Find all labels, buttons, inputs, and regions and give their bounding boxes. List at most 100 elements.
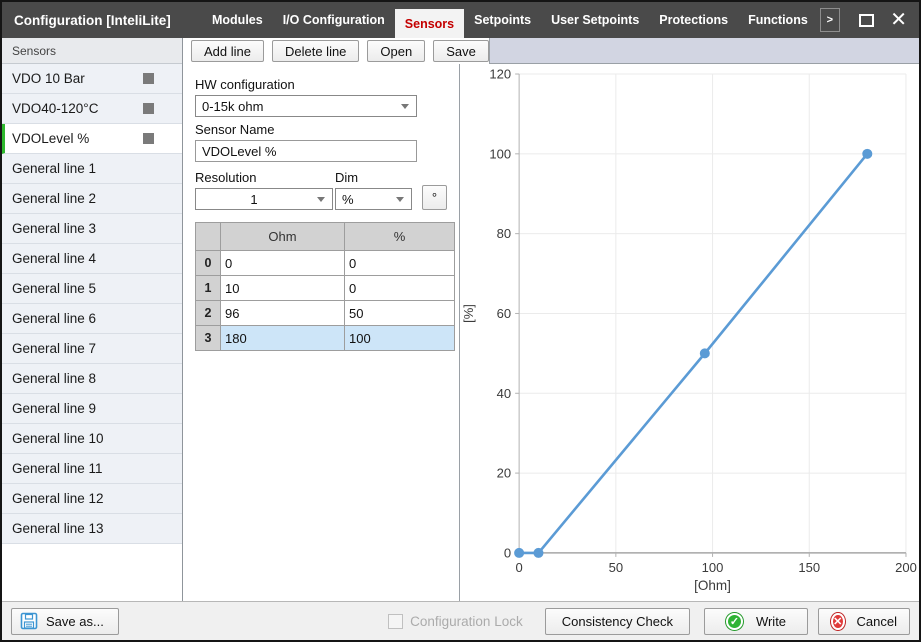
column-header-ohm[interactable]: Ohm [221, 223, 345, 251]
cell-pct[interactable]: 0 [345, 276, 455, 301]
svg-text:0: 0 [516, 560, 523, 575]
sensor-curve-table: Ohm % 0 0 0 1 10 0 [195, 222, 455, 351]
dim-label: Dim [335, 170, 412, 185]
chevron-down-icon [396, 197, 404, 202]
tab-overflow-button[interactable]: > [820, 8, 840, 32]
consistency-check-button[interactable]: Consistency Check [545, 608, 690, 635]
dim-select[interactable]: % [335, 188, 412, 210]
degree-symbol-button[interactable]: ° [422, 185, 447, 210]
sensor-form-panel: HW configuration 0-15k ohm Sensor Name R… [183, 64, 460, 601]
sidebar-item-label: General line 2 [12, 191, 96, 206]
tab-user-setpoints[interactable]: User Setpoints [541, 2, 649, 38]
tab-sensors[interactable]: Sensors [395, 9, 464, 38]
sidebar-item-label: General line 3 [12, 221, 96, 236]
sidebar-item-label: General line 10 [12, 431, 104, 446]
resolution-select[interactable]: 1 [195, 188, 333, 210]
sidebar-item-label: General line 5 [12, 281, 96, 296]
svg-text:120: 120 [489, 67, 511, 82]
sidebar-item-label: General line 7 [12, 341, 96, 356]
sidebar-item-vdolevel[interactable]: VDOLevel % [2, 124, 182, 154]
cell-ohm[interactable]: 10 [221, 276, 345, 301]
footer-bar: Save as... Configuration Lock Consistenc… [2, 601, 919, 640]
sidebar-item-general-line-13[interactable]: General line 13 [2, 514, 182, 544]
sidebar-item-general-line-8[interactable]: General line 8 [2, 364, 182, 394]
sidebar-item-general-line-4[interactable]: General line 4 [2, 244, 182, 274]
delete-line-button[interactable]: Delete line [272, 40, 359, 62]
svg-text:40: 40 [497, 386, 511, 401]
tab-setpoints[interactable]: Setpoints [464, 2, 541, 38]
sidebar-item-general-line-11[interactable]: General line 11 [2, 454, 182, 484]
save-as-button[interactable]: Save as... [11, 608, 119, 635]
sidebar-header: Sensors [2, 38, 182, 64]
write-button[interactable]: ✓ Write [704, 608, 808, 635]
cell-pct[interactable]: 50 [345, 301, 455, 326]
open-button[interactable]: Open [367, 40, 425, 62]
cell-pct[interactable]: 100 [345, 326, 455, 351]
svg-text:0: 0 [504, 545, 511, 560]
chart-panel-header-strip [489, 38, 919, 64]
cell-ohm[interactable]: 180 [221, 326, 345, 351]
sidebar-item-vdo-10-bar[interactable]: VDO 10 Bar [2, 64, 182, 94]
sensor-name-input[interactable] [195, 140, 417, 162]
sidebar-item-label: General line 11 [12, 461, 103, 476]
sidebar-item-vdo40-120c[interactable]: VDO40-120°C [2, 94, 182, 124]
sidebar-item-label: General line 6 [12, 311, 96, 326]
sidebar-item-general-line-10[interactable]: General line 10 [2, 424, 182, 454]
toolbar: Add line Delete line Open Save [183, 38, 919, 64]
titlebar: Configuration [InteliLite] Modules I/O C… [2, 2, 919, 38]
sidebar-item-label: General line 9 [12, 401, 96, 416]
table-row: 2 96 50 [196, 301, 455, 326]
tab-protections[interactable]: Protections [649, 2, 738, 38]
row-header[interactable]: 0 [196, 251, 221, 276]
cell-ohm[interactable]: 96 [221, 301, 345, 326]
sidebar-item-general-line-1[interactable]: General line 1 [2, 154, 182, 184]
configuration-lock-label: Configuration Lock [410, 614, 523, 629]
svg-text:50: 50 [609, 560, 623, 575]
sidebar-item-general-line-12[interactable]: General line 12 [2, 484, 182, 514]
write-check-icon: ✓ [726, 613, 743, 630]
sidebar-item-general-line-2[interactable]: General line 2 [2, 184, 182, 214]
table-row-selected: 3 180 100 [196, 326, 455, 351]
sidebar-item-general-line-7[interactable]: General line 7 [2, 334, 182, 364]
sidebar-item-label: VDO40-120°C [12, 101, 98, 116]
row-header[interactable]: 1 [196, 276, 221, 301]
chevron-down-icon [401, 104, 409, 109]
svg-text:80: 80 [497, 226, 511, 241]
resolution-label: Resolution [195, 170, 335, 185]
content-body: HW configuration 0-15k ohm Sensor Name R… [183, 64, 919, 601]
cell-ohm[interactable]: 0 [221, 251, 345, 276]
sensor-indicator-icon [143, 103, 154, 114]
table-header-row: Ohm % [196, 223, 455, 251]
sidebar-item-general-line-6[interactable]: General line 6 [2, 304, 182, 334]
cell-pct[interactable]: 0 [345, 251, 455, 276]
configuration-lock-checkbox[interactable] [388, 614, 403, 629]
sidebar-item-general-line-3[interactable]: General line 3 [2, 214, 182, 244]
save-button[interactable]: Save [433, 40, 489, 62]
tab-modules[interactable]: Modules [202, 2, 273, 38]
main-area: Sensors VDO 10 Bar VDO40-120°C VDOLevel … [2, 38, 919, 601]
tab-io-configuration[interactable]: I/O Configuration [273, 2, 395, 38]
svg-text:100: 100 [489, 146, 511, 161]
column-header-pct[interactable]: % [345, 223, 455, 251]
content-area: Add line Delete line Open Save HW config… [183, 38, 919, 601]
toolbar-buttons: Add line Delete line Open Save [183, 38, 489, 64]
resolution-column: Resolution 1 [195, 165, 335, 210]
svg-text:[%]: [%] [461, 304, 476, 323]
sensor-indicator-icon [143, 73, 154, 84]
tab-functions[interactable]: Functions [738, 2, 818, 38]
maximize-icon[interactable] [859, 14, 874, 27]
write-label: Write [756, 614, 786, 629]
sidebar-item-general-line-9[interactable]: General line 9 [2, 394, 182, 424]
sidebar-item-general-line-5[interactable]: General line 5 [2, 274, 182, 304]
row-header[interactable]: 2 [196, 301, 221, 326]
app-window: Configuration [InteliLite] Modules I/O C… [0, 0, 921, 642]
resolution-value: 1 [250, 192, 257, 207]
cancel-button[interactable]: ✕ Cancel [818, 608, 910, 635]
row-header[interactable]: 3 [196, 326, 221, 351]
hw-configuration-select[interactable]: 0-15k ohm [195, 95, 417, 117]
add-line-button[interactable]: Add line [191, 40, 264, 62]
table-row: 0 0 0 [196, 251, 455, 276]
sidebar-item-label: General line 4 [12, 251, 96, 266]
sidebar-item-label: General line 13 [12, 521, 104, 536]
close-icon[interactable]: ✕ [890, 10, 907, 30]
